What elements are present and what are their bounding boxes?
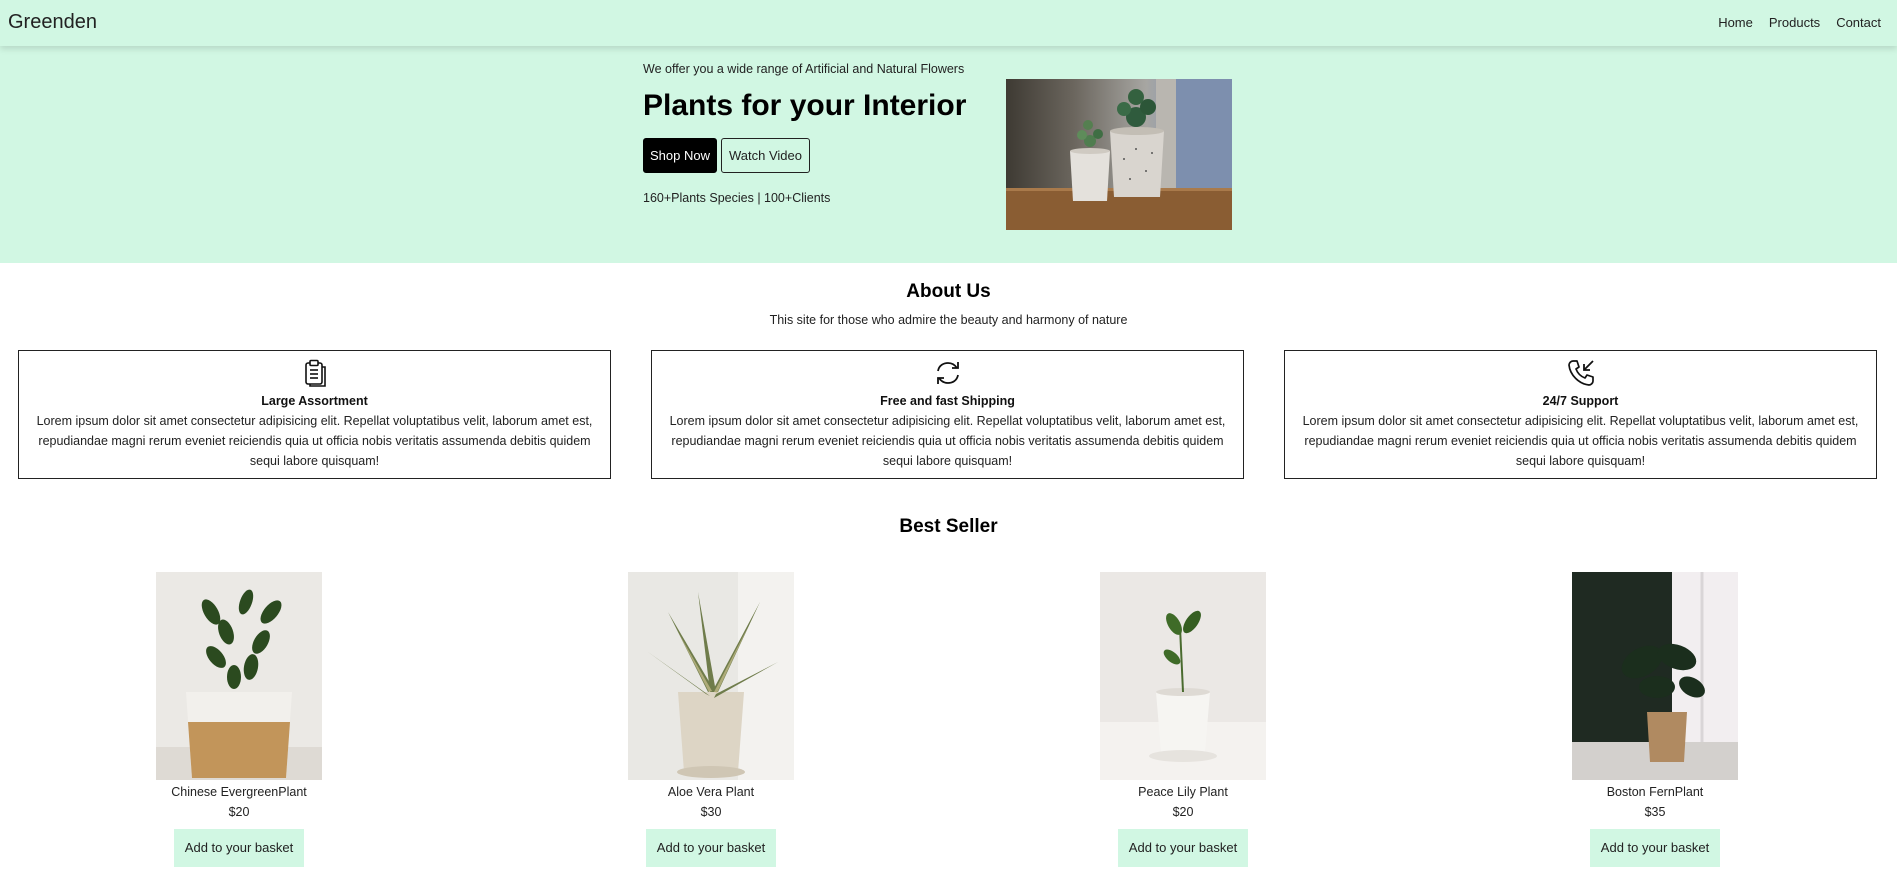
plant-illustration bbox=[156, 572, 322, 780]
refresh-icon bbox=[936, 362, 959, 384]
hero-text: We offer you a wide range of Artificial … bbox=[643, 62, 983, 205]
about-title: About Us bbox=[906, 281, 991, 302]
product-card: Peace Lily Plant $20 Add to your basket bbox=[1063, 572, 1303, 867]
potted-plants-illustration bbox=[1006, 79, 1232, 230]
product-card: Boston FernPlant $35 Add to your basket bbox=[1535, 572, 1775, 867]
hero-title: Plants for your Interior bbox=[643, 89, 967, 122]
best-seller-title: Best Seller bbox=[899, 516, 998, 537]
product-name: Boston FernPlant bbox=[1606, 785, 1704, 799]
nav-links: Home Products Contact bbox=[1718, 15, 1897, 30]
shop-now-button[interactable]: Shop Now bbox=[643, 138, 717, 173]
hero-buttons: Shop Now Watch Video bbox=[643, 138, 983, 173]
product-card: Chinese EvergreenPlant $20 Add to your b… bbox=[119, 572, 359, 867]
nav-link-products[interactable]: Products bbox=[1769, 15, 1820, 30]
product-price: $35 bbox=[1644, 805, 1666, 819]
feature-text: Lorem ipsum dolor sit amet consectetur a… bbox=[669, 414, 1226, 468]
feature-title: Free and fast Shipping bbox=[880, 394, 1015, 408]
hero-stats: 160+Plants Species | 100+Clients bbox=[643, 191, 831, 205]
hero-section: We offer you a wide range of Artificial … bbox=[0, 46, 1897, 263]
hero-plants-image bbox=[1006, 79, 1232, 230]
feature-card-assortment: Large Assortment Lorem ipsum dolor sit a… bbox=[18, 350, 611, 479]
add-to-basket-button[interactable]: Add to your basket bbox=[1117, 829, 1249, 867]
product-name: Aloe Vera Plant bbox=[667, 785, 755, 799]
feature-text: Lorem ipsum dolor sit amet consectetur a… bbox=[1302, 414, 1859, 468]
feature-card-support: 24/7 Support Lorem ipsum dolor sit amet … bbox=[1284, 350, 1877, 479]
add-to-basket-button[interactable]: Add to your basket bbox=[645, 829, 777, 867]
product-image-chinese-evergreen[interactable] bbox=[156, 572, 322, 780]
plant-illustration bbox=[1572, 572, 1738, 780]
product-name: Chinese EvergreenPlant bbox=[171, 785, 307, 799]
brand-logo[interactable]: Greenden bbox=[8, 11, 97, 34]
feature-title: Large Assortment bbox=[261, 394, 368, 408]
phone-incoming-icon bbox=[1567, 360, 1594, 386]
about-subtitle: This site for those who admire the beaut… bbox=[769, 313, 1128, 327]
plant-illustration bbox=[1100, 572, 1266, 780]
product-name: Peace Lily Plant bbox=[1138, 785, 1228, 799]
product-image-boston-fern[interactable] bbox=[1572, 572, 1738, 780]
navbar: Greenden Home Products Contact bbox=[0, 0, 1897, 46]
hero-tagline: We offer you a wide range of Artificial … bbox=[643, 62, 965, 76]
feature-text: Lorem ipsum dolor sit amet consectetur a… bbox=[36, 414, 593, 468]
nav-link-home[interactable]: Home bbox=[1718, 15, 1753, 30]
product-image-aloe-vera[interactable] bbox=[628, 572, 794, 780]
clipboard-icon bbox=[304, 359, 326, 387]
product-price: $30 bbox=[700, 805, 722, 819]
add-to-basket-button[interactable]: Add to your basket bbox=[1589, 829, 1721, 867]
feature-title: 24/7 Support bbox=[1542, 394, 1619, 408]
product-image-peace-lily[interactable] bbox=[1100, 572, 1266, 780]
watch-video-button[interactable]: Watch Video bbox=[720, 138, 810, 173]
feature-card-shipping: Free and fast Shipping Lorem ipsum dolor… bbox=[651, 350, 1244, 479]
add-to-basket-button[interactable]: Add to your basket bbox=[173, 829, 305, 867]
plant-illustration bbox=[628, 572, 794, 780]
product-card: Aloe Vera Plant $30 Add to your basket bbox=[591, 572, 831, 867]
product-price: $20 bbox=[228, 805, 250, 819]
product-price: $20 bbox=[1172, 805, 1194, 819]
nav-link-contact[interactable]: Contact bbox=[1836, 15, 1881, 30]
